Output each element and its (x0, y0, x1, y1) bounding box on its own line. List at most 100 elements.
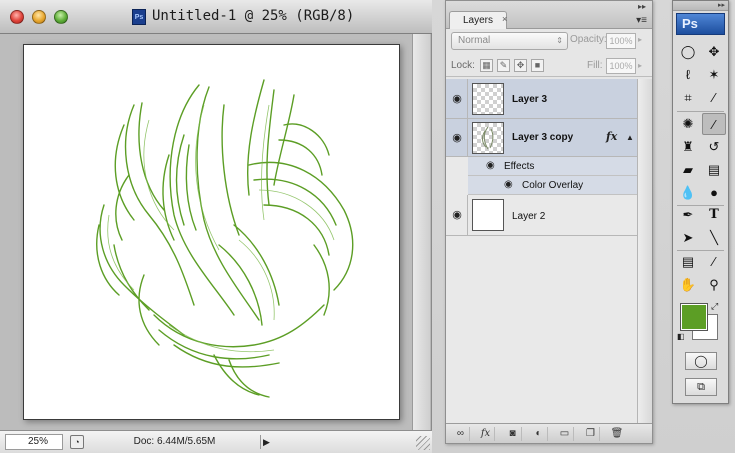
eye-icon: ◉ (452, 93, 462, 105)
eye-icon: ◉ (452, 209, 462, 221)
effect-item-color-overlay[interactable]: ◉ Color Overlay (468, 176, 637, 195)
lock-transparency-icon[interactable]: ▦ (480, 59, 493, 72)
eye-icon[interactable]: ◉ (504, 179, 513, 190)
visibility-toggle[interactable]: ◉ (446, 195, 468, 235)
layer-row-layer-2[interactable]: ◉ Layer 2 (446, 195, 637, 236)
zoom-tool-icon[interactable]: ⚲ (702, 274, 726, 296)
fx-icon[interactable]: fx (606, 130, 617, 143)
desktop: Ps Untitled-1 @ 25% (RGB/8) 25% ◔ Doc: 6… (0, 0, 735, 453)
lock-label: Lock: (451, 60, 475, 71)
history-brush-tool-icon[interactable]: ↺ (702, 136, 726, 158)
eye-icon: ◉ (452, 132, 462, 144)
lock-row: Lock: ▦ ✎ ✥ ■ Fill: 100% ▸ (446, 55, 652, 77)
vertical-scrollbar[interactable] (412, 34, 430, 430)
image-canvas[interactable] (23, 44, 400, 420)
layer-name: Layer 2 (512, 211, 546, 222)
tab-layers[interactable]: Layers (449, 11, 507, 29)
new-group-icon[interactable]: ▭ (556, 427, 574, 441)
magic-wand-tool-icon[interactable]: ✶ (702, 64, 726, 86)
layer-row-layer-3-copy[interactable]: ◉ Layer 3 copy fx ▲ (446, 119, 637, 157)
quick-mask-icon: ◯ (694, 354, 708, 368)
effect-item-label: Color Overlay (522, 180, 584, 191)
visibility-toggle[interactable]: ◉ (446, 79, 468, 118)
blur-tool-icon[interactable]: 💧 (676, 182, 700, 204)
zoom-window-button[interactable] (54, 10, 68, 24)
leaf-thumbnail-icon (482, 126, 494, 150)
layers-panel-footer: ∞ fx ◙ ◐ ▭ ❐ 🗑 (446, 423, 652, 443)
tool-separator (677, 111, 724, 112)
effects-label: Effects (504, 161, 535, 172)
layer-list: ◉ Layer 3 ◉ Layer 3 copy fx ▲ ◉ Effects … (446, 79, 652, 423)
panel-collapse-icon[interactable]: ▸▸ (638, 2, 646, 11)
screen-mode-icon: ⧉ (697, 381, 705, 393)
eye-icon[interactable]: ◉ (486, 160, 495, 171)
layer-thumbnail (472, 83, 504, 115)
visibility-toggle[interactable]: ◉ (446, 119, 468, 156)
document-size-info: Doc: 6.44M/5.65M (133, 436, 216, 447)
link-layers-icon[interactable]: ∞ (452, 427, 470, 441)
crop-tool-icon[interactable]: ⌗ (676, 87, 700, 109)
layer-thumbnail (472, 122, 504, 154)
fill-arrow-icon[interactable]: ▸ (638, 61, 642, 70)
fill-field[interactable]: 100% (606, 58, 636, 74)
layers-panel-header[interactable]: Layers × ▸▸ ▾≡ (446, 1, 652, 29)
chevron-updown-icon: ⇕ (556, 36, 563, 45)
minimize-window-button[interactable] (32, 10, 46, 24)
layer-list-scrollbar[interactable] (637, 79, 652, 423)
lock-all-icon[interactable]: ■ (531, 59, 544, 72)
default-colors-icon[interactable]: ◧ (677, 332, 685, 341)
add-mask-icon[interactable]: ◙ (504, 427, 522, 441)
panel-menu-icon[interactable]: ▾≡ (636, 15, 647, 26)
effects-row[interactable]: ◉ Effects (468, 157, 637, 176)
marquee-tool-icon[interactable]: ◯ (676, 41, 700, 63)
lock-position-icon[interactable]: ✥ (514, 59, 527, 72)
path-selection-tool-icon[interactable]: ➤ (676, 227, 700, 249)
hand-tool-icon[interactable]: ✋ (676, 274, 700, 296)
lock-paint-icon[interactable]: ✎ (497, 59, 510, 72)
clone-stamp-tool-icon[interactable]: ♜ (676, 136, 700, 158)
expand-effects-icon[interactable]: ▲ (626, 133, 634, 142)
opacity-field[interactable]: 100% (606, 33, 636, 49)
close-window-button[interactable] (10, 10, 24, 24)
swap-colors-icon[interactable]: ⤢ (711, 301, 718, 312)
add-layer-style-icon[interactable]: fx (477, 427, 495, 441)
new-adjustment-layer-icon[interactable]: ◐ (530, 427, 548, 441)
brush-tool-icon[interactable]: ⁄ (702, 113, 726, 135)
line-tool-icon[interactable]: ╲ (702, 227, 726, 249)
eyedropper-tool-icon[interactable]: ⁄ (702, 251, 726, 273)
layers-panel: Layers × ▸▸ ▾≡ Normal ⇕ Opacity: 100% ▸ … (445, 0, 653, 444)
acanthus-leaf-artwork (96, 79, 354, 398)
gradient-tool-icon[interactable]: ▤ (702, 159, 726, 181)
delete-layer-icon[interactable]: 🗑 (608, 427, 626, 441)
tools-panel: ▸▸ Ps ◯ ✥ ℓ ✶ ⌗ ⁄ ✺ ⁄ ♜ ↺ ▰ ▤ 💧 ● ✒ T ➤ … (672, 0, 729, 404)
new-layer-icon[interactable]: ❐ (582, 427, 600, 441)
zoom-level-field[interactable]: 25% (5, 434, 63, 450)
type-tool-icon[interactable]: T (702, 204, 726, 226)
slice-tool-icon[interactable]: ⁄ (702, 87, 726, 109)
pen-tool-icon[interactable]: ✒ (676, 204, 700, 226)
lasso-tool-icon[interactable]: ℓ (676, 64, 700, 86)
tab-close-icon[interactable]: × (502, 14, 507, 24)
notes-tool-icon[interactable]: ▤ (676, 251, 700, 273)
healing-brush-tool-icon[interactable]: ✺ (676, 113, 700, 135)
document-window: Ps Untitled-1 @ 25% (RGB/8) 25% ◔ Doc: 6… (0, 0, 432, 453)
layer-name: Layer 3 copy (512, 132, 574, 143)
layer-row-layer-3[interactable]: ◉ Layer 3 (446, 79, 637, 119)
dodge-tool-icon[interactable]: ● (702, 182, 726, 204)
blend-mode-select[interactable]: Normal ⇕ (451, 32, 568, 50)
foreground-color-swatch[interactable] (680, 303, 708, 331)
layer-name: Layer 3 (512, 94, 548, 105)
screen-mode-button[interactable]: ⧉ (685, 378, 717, 396)
document-title-bar[interactable]: Ps Untitled-1 @ 25% (RGB/8) (0, 0, 432, 34)
opacity-arrow-icon[interactable]: ▸ (638, 35, 642, 44)
document-info-icon[interactable]: ◔ (70, 435, 84, 449)
quick-mask-button[interactable]: ◯ (685, 352, 717, 370)
status-menu-arrow-icon[interactable]: ▶ (260, 435, 272, 449)
resize-grip[interactable] (416, 436, 430, 450)
move-tool-icon[interactable]: ✥ (702, 41, 726, 63)
opacity-label: Opacity: (570, 34, 607, 45)
photoshop-logo[interactable]: Ps (676, 13, 725, 35)
tools-panel-grip[interactable]: ▸▸ (673, 1, 728, 11)
eraser-tool-icon[interactable]: ▰ (676, 159, 700, 181)
fill-label: Fill: (587, 60, 603, 71)
